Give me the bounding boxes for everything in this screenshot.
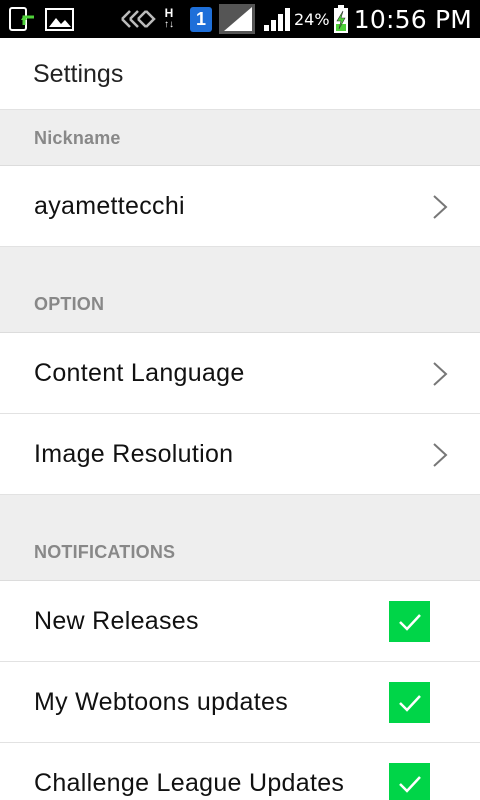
section-header-notifications: NOTIFICATIONS [0,495,480,581]
new-releases-checkbox[interactable] [389,601,430,642]
nickname-row[interactable]: ayamettecchi [0,166,480,247]
nickname-value: ayamettecchi [34,192,185,220]
section-header-label: Nickname [34,128,121,148]
signal-icon-2 [262,0,292,38]
app-header: Settings [0,38,480,110]
wifi-off-icon [120,0,156,38]
image-resolution-row[interactable]: Image Resolution [0,414,480,495]
data-arrows-icon: ↑↓ [164,19,174,30]
section-header-nickname: Nickname [0,110,480,166]
page-title: Settings [33,60,124,88]
section-header-label: OPTION [34,294,105,314]
battery-percent: 24% [294,9,330,29]
clock: 10:56 PM [353,4,472,34]
image-resolution-label: Image Resolution [34,440,234,468]
content-language-label: Content Language [34,359,245,387]
challenge-league-updates-row[interactable]: Challenge League Updates [0,743,480,800]
my-webtoons-updates-row[interactable]: My Webtoons updates [0,662,480,743]
content-language-row[interactable]: Content Language [0,333,480,414]
one-badge-icon: 1 [190,0,212,38]
h-network-icon: H ↑↓ [164,0,174,38]
one-badge-label: 1 [190,6,212,32]
checkmark-icon [398,694,421,712]
chevron-right-icon [433,195,448,219]
image-icon [45,0,75,38]
status-bar: H ↑↓ 1 24% 10:56 PM [0,0,480,38]
checkmark-icon [398,613,421,631]
chevron-right-icon [433,443,448,467]
new-releases-label: New Releases [34,607,199,635]
challenge-league-updates-checkbox[interactable] [389,763,430,800]
chevron-right-icon [433,362,448,386]
checkmark-icon [398,775,421,793]
section-header-label: NOTIFICATIONS [34,542,176,562]
my-webtoons-updates-label: My Webtoons updates [34,688,288,716]
challenge-league-updates-label: Challenge League Updates [34,769,345,797]
battery-charging-icon [332,0,350,38]
new-releases-row[interactable]: New Releases [0,581,480,662]
section-header-option: OPTION [0,247,480,333]
upload-icon [8,0,38,38]
signal-icon-1 [218,0,256,38]
h-network-label: H [164,6,174,20]
my-webtoons-updates-checkbox[interactable] [389,682,430,723]
